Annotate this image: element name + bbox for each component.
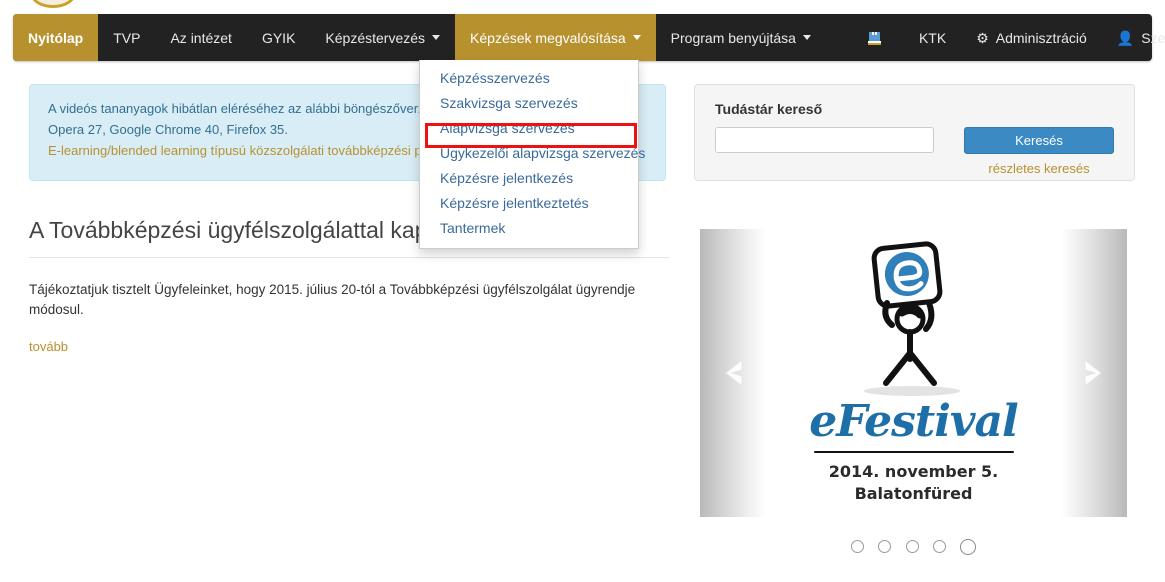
nav-item-label: GYIK (261, 29, 296, 46)
nav-item-label: Adminisztráció (995, 29, 1087, 46)
knowledge-search-panel: Tudástár kereső Keresés részletes keresé… (694, 84, 1135, 181)
carousel-dot[interactable] (850, 540, 864, 554)
nav-item-label: TVP (113, 29, 141, 46)
nav-item-szemelyes-oldalam[interactable]: 👤 Személyes oldalam (1102, 14, 1165, 61)
dropdown-item-alapvizsga-szervezes[interactable]: Alapvizsga szervezés (420, 116, 638, 141)
efestival-date-line-2: Balatonfüred (854, 484, 973, 503)
efestival-underline (813, 451, 1014, 453)
gear-icon: ⚙ (976, 29, 989, 46)
nav-item-label: Képzéstervezés (325, 29, 426, 46)
search-input[interactable] (715, 127, 934, 153)
tower-icon (867, 30, 882, 45)
nav-item-nyitolap[interactable]: Nyitólap (13, 14, 99, 61)
article-body: Tájékoztatjuk tisztelt Ügyfeleinket, hog… (29, 282, 636, 317)
dropdown-item-kepzesszervezes[interactable]: Képzésszervezés (420, 66, 638, 91)
efestival-wordmark: eFestival (809, 396, 1018, 447)
dropdown-item-kepzesre-jelentkeztetes[interactable]: Képzésre jelentkeztetés (420, 191, 638, 216)
nav-item-gyik[interactable]: GYIK (247, 14, 310, 61)
search-row: Keresés részletes keresés (715, 127, 1114, 176)
main-navbar: Nyitólap TVP Az intézet GYIK Képzésterve… (13, 14, 1165, 61)
kepzesek-megvalositasa-dropdown-menu: Képzésszervezés Szakvizsga szervezés Ala… (419, 60, 645, 249)
efestival-date: 2014. november 5. Balatonfüred (766, 461, 1061, 505)
nav-item-tvp[interactable]: TVP (98, 14, 155, 61)
carousel-slide-efestival: eFestival 2014. november 5. Balatonfüred (766, 229, 1061, 517)
carousel-next-arrow-icon[interactable] (1077, 357, 1107, 389)
search-panel-title: Tudástár kereső (715, 101, 823, 117)
carousel-dot[interactable] (878, 540, 892, 554)
article-read-more-link[interactable]: tovább (29, 339, 669, 354)
article-divider (29, 257, 669, 258)
dropdown-item-kepzesre-jelentkezes[interactable]: Képzésre jelentkezés (420, 166, 638, 191)
user-icon: 👤 (1116, 29, 1135, 46)
nav-item-tower[interactable] (852, 14, 904, 61)
banner-carousel: eFestival 2014. november 5. Balatonfüred (700, 229, 1127, 517)
search-button[interactable]: Keresés (964, 127, 1114, 154)
dropdown-item-szakvizsga-szervezes[interactable]: Szakvizsga szervezés (420, 91, 638, 116)
carousel-dots (700, 538, 1127, 556)
nav-item-label: Program benyújtása (670, 29, 796, 46)
nav-item-label: KTK (918, 29, 947, 46)
nav-item-kepzesek-megvalositasa[interactable]: Képzések megvalósítása (455, 14, 656, 61)
dropdown-item-ugykezeloi-alapvizsga-szervezes[interactable]: Ügykezelői alapvizsga szervezés (420, 141, 645, 166)
chevron-down-icon (632, 35, 641, 40)
nav-item-label: Személyes oldalam (1141, 29, 1165, 46)
nav-item-ktk[interactable]: KTK (904, 14, 961, 61)
chevron-down-icon (802, 35, 811, 40)
carousel-dot-active[interactable] (960, 538, 977, 555)
efestival-figure-illustration (863, 241, 960, 396)
nav-item-kepzestervezes[interactable]: Képzéstervezés (310, 14, 455, 61)
carousel-prev-arrow-icon[interactable] (720, 357, 750, 389)
carousel-dot[interactable] (905, 540, 919, 554)
efestival-date-line-1: 2014. november 5. (828, 462, 999, 481)
nav-item-adminisztracio[interactable]: ⚙ Adminisztráció (961, 14, 1102, 61)
nav-item-az-intezet[interactable]: Az intézet (155, 14, 246, 61)
page-root: Nyitólap TVP Az intézet GYIK Képzésterve… (0, 0, 1165, 582)
nav-item-label: Nyitólap (28, 29, 84, 46)
advanced-search-link[interactable]: részletes keresés (988, 161, 1089, 176)
nav-item-label: Az intézet (170, 29, 232, 46)
carousel-dot[interactable] (932, 540, 946, 554)
dropdown-item-tantermek[interactable]: Tantermek (420, 216, 638, 241)
nav-item-label: Képzések megvalósítása (470, 29, 626, 46)
chevron-down-icon (432, 35, 441, 40)
nav-item-program-benyujtasa[interactable]: Program benyújtása (656, 14, 826, 61)
site-logo (30, 0, 76, 8)
search-actions: Keresés részletes keresés (964, 127, 1114, 176)
